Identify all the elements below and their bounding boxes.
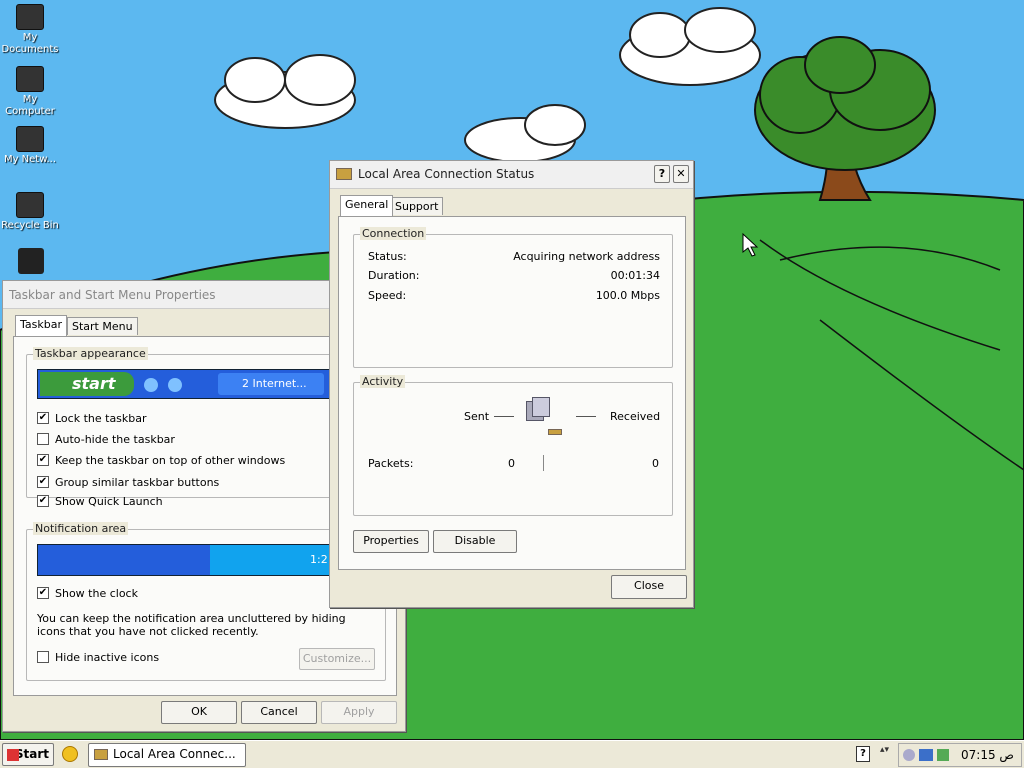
network-activity-icon xyxy=(526,397,562,437)
desktop-icon-label: Recycle Bin xyxy=(1,220,59,231)
system-tray: 07:15 ص xyxy=(898,743,1022,767)
network-connection-icon xyxy=(336,168,352,180)
tray-app-icon[interactable] xyxy=(937,749,949,761)
duration-label: Duration: xyxy=(368,269,420,282)
tray-network-icon[interactable] xyxy=(919,749,933,761)
clock[interactable]: 07:15 ص xyxy=(961,748,1014,762)
desktop-icon-label: My Documents xyxy=(1,32,59,55)
received-line xyxy=(576,416,596,417)
cancel-button[interactable]: Cancel xyxy=(241,701,317,724)
help-icon[interactable]: ? xyxy=(856,746,870,762)
option-label: Hide inactive icons xyxy=(55,651,160,664)
option-label: Show the clock xyxy=(55,587,138,600)
keep-on-top-checkbox[interactable]: ✔ xyxy=(37,454,49,466)
packets-label: Packets: xyxy=(368,457,414,470)
help-button[interactable]: ? xyxy=(654,165,670,183)
task-button-lan-status[interactable]: Local Area Connec... xyxy=(88,743,246,767)
ok-button[interactable]: OK xyxy=(161,701,237,724)
window-title: Taskbar and Start Menu Properties xyxy=(9,288,216,302)
desktop-icon-my-network[interactable]: My Netw... xyxy=(0,126,60,166)
media-player-icon[interactable] xyxy=(18,248,44,274)
taskbar: Start Local Area Connec... ? ▴▾ 07:15 ص xyxy=(0,740,1024,768)
notification-preview: 1:2 xyxy=(37,544,378,576)
connection-group: Connection Status: Acquiring network add… xyxy=(353,227,673,368)
option-label: Group similar taskbar buttons xyxy=(55,476,220,489)
lock-taskbar-checkbox[interactable]: ✔ xyxy=(37,412,49,424)
preview-task-button: 2 Internet... xyxy=(218,373,324,395)
windows-logo-icon xyxy=(7,749,19,761)
received-label: Received xyxy=(610,410,661,423)
tab-panel: Connection Status: Acquiring network add… xyxy=(338,216,686,570)
apply-button[interactable]: Apply xyxy=(321,701,397,724)
show-clock-checkbox[interactable]: ✔ xyxy=(37,587,49,599)
tab-start-menu[interactable]: Start Menu xyxy=(67,317,138,335)
speed-label: Speed: xyxy=(368,289,407,302)
title-bar[interactable]: Local Area Connection Status ? ✕ xyxy=(330,161,693,189)
task-button-label: Local Area Connec... xyxy=(113,747,236,761)
duration-value: 00:01:34 xyxy=(610,269,660,282)
taskbar-preview: start 2 Internet... xyxy=(37,369,377,399)
status-value: Acquiring network address xyxy=(513,250,660,263)
sent-line xyxy=(494,416,514,417)
sent-label: Sent xyxy=(464,410,490,423)
tray-status-icon[interactable] xyxy=(903,749,915,761)
ie-icon xyxy=(144,378,158,392)
preview-start-button: start xyxy=(40,372,134,396)
tab-general[interactable]: General xyxy=(340,195,394,216)
network-icon xyxy=(16,126,44,152)
activity-group: Activity Sent Received Packets: 0 0 xyxy=(353,375,673,516)
customize-button[interactable]: Customize... xyxy=(299,648,375,670)
desktop-icon-label: My Computer xyxy=(5,94,55,117)
recycle-bin-icon xyxy=(16,192,44,218)
option-label: Lock the taskbar xyxy=(55,412,147,425)
disable-button[interactable]: Disable xyxy=(433,530,517,553)
option-label: Auto-hide the taskbar xyxy=(55,433,175,446)
desktop-icon-recycle-bin[interactable]: Recycle Bin xyxy=(0,192,60,232)
start-label: Start xyxy=(14,747,49,761)
desktop-icon-my-computer[interactable]: My Computer xyxy=(0,66,60,118)
desktop-icon-label: My Netw... xyxy=(3,154,57,165)
status-label: Status: xyxy=(368,250,407,263)
packets-received-value: 0 xyxy=(652,457,659,470)
group-label: Notification area xyxy=(33,522,129,535)
hide-inactive-checkbox[interactable] xyxy=(37,651,49,663)
smiley-icon[interactable] xyxy=(62,746,78,762)
lan-status-window: Local Area Connection Status ? ✕ General… xyxy=(329,160,694,608)
scroll-arrows-icon[interactable]: ▴▾ xyxy=(880,745,890,763)
speed-value: 100.0 Mbps xyxy=(595,289,660,302)
close-button[interactable]: Close xyxy=(611,575,687,599)
packets-divider xyxy=(543,455,544,471)
quick-launch-checkbox[interactable]: ✔ xyxy=(37,495,49,507)
option-label: Show Quick Launch xyxy=(55,495,163,508)
tab-support[interactable]: Support xyxy=(390,197,444,215)
group-buttons-checkbox[interactable]: ✔ xyxy=(37,476,49,488)
network-connection-icon xyxy=(94,749,108,760)
group-label: Activity xyxy=(360,375,406,388)
tab-taskbar[interactable]: Taskbar xyxy=(15,315,67,336)
computer-icon xyxy=(16,66,44,92)
desktop-icon-my-documents[interactable]: My Documents xyxy=(0,4,60,56)
window-title: Local Area Connection Status xyxy=(358,167,535,181)
folder-icon xyxy=(16,4,44,30)
option-label: Keep the taskbar on top of other windows xyxy=(55,454,286,467)
packets-sent-value: 0 xyxy=(508,457,515,470)
start-button[interactable]: Start xyxy=(2,743,54,766)
group-label: Connection xyxy=(360,227,427,240)
properties-button[interactable]: Properties xyxy=(353,530,429,553)
group-label: Taskbar appearance xyxy=(33,347,148,360)
notification-note: You can keep the notification area unclu… xyxy=(37,612,346,638)
ie-icon xyxy=(168,378,182,392)
auto-hide-checkbox[interactable] xyxy=(37,433,49,445)
close-x-button[interactable]: ✕ xyxy=(673,165,689,183)
